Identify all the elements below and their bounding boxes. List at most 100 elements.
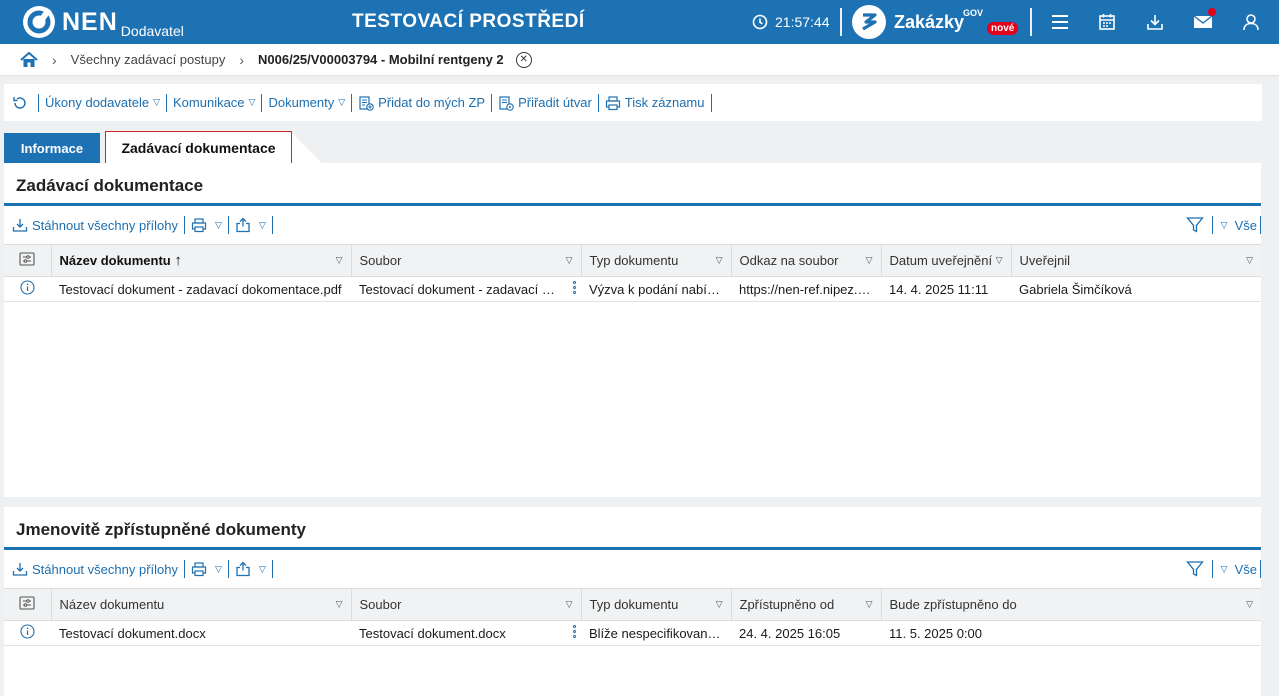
priradit-utvar-button[interactable]: Přiřadit útvar <box>492 93 599 112</box>
tisk-zaznamu-button[interactable]: Tisk záznamu <box>599 93 712 112</box>
row-info-button[interactable] <box>4 620 51 646</box>
column-filter-icon[interactable]: ▽ <box>566 255 573 266</box>
divider <box>1030 8 1032 36</box>
print-menu[interactable]: ▽ <box>185 216 229 234</box>
chevron-right-icon: › <box>239 51 244 68</box>
column-header-soubor[interactable]: Soubor ▽ <box>350 244 581 277</box>
column-filter-icon[interactable]: ▽ <box>996 255 1003 266</box>
download-all-button[interactable]: Stáhnout všechny přílohy <box>12 216 185 234</box>
column-filter-icon[interactable]: ▽ <box>336 255 343 266</box>
cell-soubor[interactable]: Testovací dokument.docx <box>351 620 581 646</box>
column-settings-button[interactable] <box>4 588 51 621</box>
close-icon[interactable]: ✕ <box>515 51 532 68</box>
table-row[interactable]: Testovací dokument.docx Testovací dokume… <box>4 620 1261 646</box>
caret-down-icon: ▽ <box>214 219 222 230</box>
column-header-typ[interactable]: Typ dokumentu ▽ <box>580 588 731 621</box>
panel-toolbar: Stáhnout všechny přílohy ▽ ▽ ▽ Vše <box>4 550 1261 588</box>
export-menu[interactable]: ▽ <box>229 560 273 578</box>
komunikace-menu[interactable]: Komunikace ▽ <box>167 93 263 112</box>
row-info-button[interactable] <box>4 276 51 302</box>
cell-odkaz[interactable]: https://nen-ref.nipez.cz/ <box>731 276 881 302</box>
dokumenty-label: Dokumenty <box>268 95 335 110</box>
caret-down-icon: ▽ <box>248 97 256 107</box>
column-header-datum[interactable]: Datum uveřejnění ▽ <box>880 244 1011 277</box>
user-icon[interactable] <box>1236 0 1266 44</box>
column-filter-icon[interactable]: ▽ <box>1246 255 1253 266</box>
table-header-row: Název dokumentu ↑ ▽ Soubor ▽ Typ dokumentu… <box>4 244 1261 277</box>
unread-indicator <box>1208 8 1216 16</box>
session-clock: 21:57:44 <box>752 0 830 44</box>
refresh-button[interactable] <box>10 93 39 112</box>
tab-informace[interactable]: Informace <box>4 133 100 163</box>
komunikace-label: Komunikace <box>173 95 245 110</box>
filter-icon[interactable] <box>1185 216 1204 234</box>
breadcrumb-all-procedures[interactable]: Všechny zadávací postupy <box>71 52 226 67</box>
print-menu[interactable]: ▽ <box>185 560 229 578</box>
pridat-do-mych-zp-button[interactable]: Přidat do mých ZP <box>352 93 493 112</box>
breadcrumb-current: N006/25/V00003794 - Mobilní rentgeny 2 <box>258 52 504 67</box>
column-settings-icon <box>19 252 35 266</box>
zadavaci-dokumentace-panel: Zadávací dokumentace Stáhnout všechny př… <box>4 163 1261 497</box>
column-filter-icon[interactable]: ▽ <box>716 599 723 610</box>
divider <box>1211 560 1213 578</box>
info-icon <box>20 280 35 295</box>
print-icon <box>605 95 620 110</box>
add-to-list-icon <box>359 95 374 111</box>
download-icon <box>12 563 28 576</box>
filter-all-select[interactable]: ▽ Vše <box>1221 560 1261 578</box>
table-header-row: Název dokumentu ▽ Soubor ▽ Typ dokumentu ▽ … <box>4 588 1261 621</box>
column-filter-icon[interactable]: ▽ <box>716 255 723 266</box>
cell-nazev[interactable]: Testovací dokument.docx <box>51 620 351 646</box>
tab-zadavaci-dokumentace[interactable]: Zadávací dokumentace <box>105 131 292 163</box>
calendar-icon[interactable] <box>1092 0 1122 44</box>
more-options-icon[interactable] <box>573 625 577 640</box>
download-icon <box>12 219 28 232</box>
caret-down-icon: ▽ <box>1220 219 1228 230</box>
column-header-typ[interactable]: Typ dokumentu ▽ <box>580 244 731 277</box>
cell-bude-zpristupneno-do: 11. 5. 2025 0:00 <box>881 620 1261 646</box>
download-icon[interactable] <box>1140 0 1170 44</box>
column-header-zpristupneno-od[interactable]: Zpřístupněno od ▽ <box>730 588 881 621</box>
caret-down-icon: ▽ <box>214 563 222 574</box>
caret-down-icon: ▽ <box>153 97 160 107</box>
cell-soubor-text: Testovací dokument - zadavací dokomentac… <box>359 281 581 297</box>
column-filter-icon[interactable]: ▽ <box>566 599 573 610</box>
column-header-uverejnil[interactable]: Uveřejnil ▽ <box>1010 244 1261 277</box>
nen-logo[interactable]: NEN Dodavatel <box>22 5 184 39</box>
caret-down-icon: ▽ <box>258 219 266 230</box>
ukony-dodavatele-menu[interactable]: Úkony dodavatele ▽ <box>39 93 167 112</box>
column-label: Typ dokumentu <box>589 253 679 268</box>
column-label: Zpřístupněno od <box>739 597 835 612</box>
zakazky-gov-link[interactable]: Zakázky GOV nové <box>852 4 1019 40</box>
column-header-soubor[interactable]: Soubor ▽ <box>350 588 581 621</box>
assign-unit-icon <box>499 95 514 111</box>
column-filter-icon[interactable]: ▽ <box>866 255 873 266</box>
dokumenty-menu[interactable]: Dokumenty ▽ <box>262 93 353 112</box>
home-icon[interactable] <box>20 51 38 68</box>
menu-icon[interactable] <box>1045 0 1075 44</box>
filter-icon[interactable] <box>1185 560 1204 578</box>
column-settings-button[interactable] <box>4 244 51 277</box>
cell-zpristupneno-od: 24. 4. 2025 16:05 <box>731 620 881 646</box>
cell-nazev[interactable]: Testovací dokument - zadavací dokomentac… <box>51 276 351 302</box>
column-header-nazev[interactable]: Název dokumentu ▽ <box>50 588 351 621</box>
cell-soubor[interactable]: Testovací dokument - zadavací dokomentac… <box>351 276 581 302</box>
download-all-button[interactable]: Stáhnout všechny přílohy <box>12 560 185 578</box>
panel-title: Zadávací dokumentace <box>4 163 1261 206</box>
column-label: Název dokumentu <box>59 597 165 612</box>
column-header-bude-zpristupneno-do[interactable]: Bude zpřístupněno do ▽ <box>880 588 1261 621</box>
more-options-icon[interactable] <box>573 281 577 296</box>
mail-icon[interactable] <box>1188 0 1218 44</box>
column-header-nazev[interactable]: Název dokumentu ↑ ▽ <box>50 244 351 277</box>
column-filter-icon[interactable]: ▽ <box>1246 599 1253 610</box>
column-header-odkaz[interactable]: Odkaz na soubor ▽ <box>730 244 881 277</box>
panel-toolbar: Stáhnout všechny přílohy ▽ ▽ ▽ Vše <box>4 206 1261 244</box>
column-label: Odkaz na soubor <box>739 253 839 268</box>
column-filter-icon[interactable]: ▽ <box>866 599 873 610</box>
column-filter-icon[interactable]: ▽ <box>336 599 343 610</box>
column-label: Soubor <box>359 253 402 268</box>
documents-table: Název dokumentu ↑ ▽ Soubor ▽ Typ dokumentu… <box>4 244 1261 302</box>
table-row[interactable]: Testovací dokument - zadavací dokomentac… <box>4 276 1261 302</box>
filter-all-select[interactable]: ▽ Vše <box>1221 216 1261 234</box>
export-menu[interactable]: ▽ <box>229 216 273 234</box>
